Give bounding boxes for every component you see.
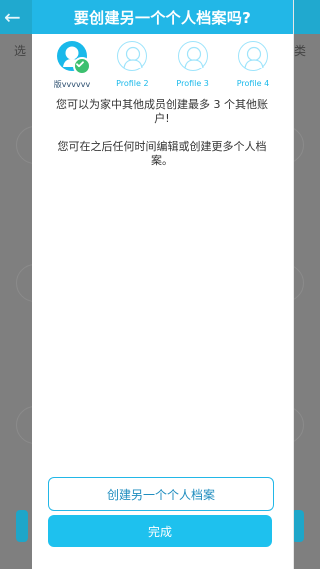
done-button[interactable]: 完成 <box>48 515 272 547</box>
profile-1[interactable]: 版vvvvvv <box>42 41 102 90</box>
profile-avatar-1 <box>57 41 91 75</box>
profile-label-2: Profile 2 <box>116 79 149 88</box>
profile-3[interactable]: Profile 3 <box>163 41 223 90</box>
profile-avatar-icon-4 <box>244 46 264 69</box>
profile-label-4: Profile 4 <box>236 79 270 88</box>
modal-title: 要创建另一个个人档案吗? <box>73 8 252 27</box>
modal-description-2: 您可在之后任何时间编辑或创建更多个人档案。 <box>57 140 267 167</box>
modal-description-1: 您可以为家中其他成员创建最多 3 个其他账户! <box>56 98 268 125</box>
profile-label-1: 版vvvvvv <box>53 80 91 89</box>
modal-header: 要创建另一个个人档案吗? <box>32 0 293 34</box>
profile-avatar-icon-3 <box>184 46 204 69</box>
profiles-row: 版vvvvvv Profile 2 Profile 3 Profile 4 <box>42 41 283 90</box>
check-icon <box>76 61 84 68</box>
profile-avatar-icon-2 <box>123 46 143 69</box>
background-left-text: 选 <box>14 44 27 58</box>
profile-4[interactable]: Profile 4 <box>223 41 283 90</box>
background-right-text: 类 <box>293 44 306 58</box>
profile-2[interactable]: Profile 2 <box>102 41 162 90</box>
profile-label-3: Profile 3 <box>176 79 209 88</box>
profile-avatar-4 <box>237 41 268 71</box>
create-another-profile-button[interactable]: 创建另一个个人档案 <box>48 477 274 511</box>
background-left-strip <box>16 510 28 542</box>
check-badge <box>73 57 91 75</box>
profile-avatar-2 <box>117 41 148 71</box>
profile-avatar-3 <box>177 41 208 71</box>
back-arrow-icon[interactable]: ← <box>4 6 26 28</box>
create-profile-modal: 要创建另一个个人档案吗? 版vvvvvv Profile 2 Profile 3… <box>32 0 294 569</box>
